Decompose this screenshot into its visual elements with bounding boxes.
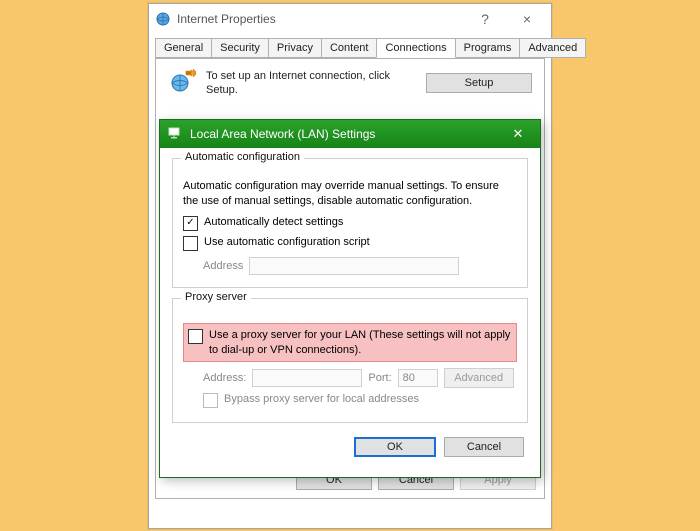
tab-content[interactable]: Content — [321, 38, 378, 58]
use-proxy-checkbox[interactable] — [188, 329, 203, 344]
internet-options-icon — [155, 11, 171, 27]
setup-button[interactable]: Setup — [426, 73, 532, 93]
auto-detect-checkbox[interactable]: ✓ — [183, 216, 198, 231]
script-address-input — [249, 257, 459, 275]
close-button[interactable]: × — [509, 5, 545, 33]
use-script-label: Use automatic configuration script — [204, 235, 370, 250]
advanced-button: Advanced — [444, 368, 514, 388]
tab-security[interactable]: Security — [211, 38, 269, 58]
use-proxy-label: Use a proxy server for your LAN (These s… — [209, 328, 512, 358]
globe-arrow-icon — [168, 69, 196, 97]
lan-title-icon — [168, 126, 182, 143]
use-script-row[interactable]: Use automatic configuration script — [183, 235, 517, 251]
proxy-address-label: Address: — [203, 372, 246, 384]
use-proxy-row[interactable]: Use a proxy server for your LAN (These s… — [183, 323, 517, 363]
proxy-group-legend: Proxy server — [181, 291, 251, 303]
proxy-port-label: Port: — [368, 372, 391, 384]
setup-text: To set up an Internet connection, click … — [206, 69, 416, 98]
internet-properties-window: Internet Properties ? × General Security… — [148, 3, 552, 529]
tab-connections[interactable]: Connections — [376, 38, 455, 58]
lan-titlebar: Local Area Network (LAN) Settings ✕ — [160, 120, 540, 148]
bypass-row: Bypass proxy server for local addresses — [203, 392, 517, 408]
auto-group-legend: Automatic configuration — [181, 151, 304, 163]
auto-detect-row[interactable]: ✓ Automatically detect settings — [183, 215, 517, 231]
tab-strip: General Security Privacy Content Connect… — [155, 36, 545, 59]
window-title: Internet Properties — [177, 12, 276, 26]
lan-cancel-button[interactable]: Cancel — [444, 437, 524, 457]
help-button[interactable]: ? — [467, 5, 503, 33]
tab-general[interactable]: General — [155, 38, 212, 58]
script-address-row: Address — [203, 257, 517, 275]
use-script-checkbox[interactable] — [183, 236, 198, 251]
proxy-address-row: Address: Port: Advanced — [203, 368, 517, 388]
tab-privacy[interactable]: Privacy — [268, 38, 322, 58]
auto-description: Automatic configuration may override man… — [183, 179, 517, 209]
titlebar: Internet Properties ? × — [149, 4, 551, 34]
lan-dialog-buttons: OK Cancel — [172, 433, 528, 467]
proxy-server-group: Proxy server Use a proxy server for your… — [172, 298, 528, 424]
lan-body: Automatic configuration Automatic config… — [160, 148, 540, 477]
setup-row: To set up an Internet connection, click … — [168, 69, 532, 98]
script-address-label: Address — [203, 260, 243, 272]
lan-title-text: Local Area Network (LAN) Settings — [190, 127, 375, 141]
proxy-port-input — [398, 369, 438, 387]
lan-settings-dialog: Local Area Network (LAN) Settings ✕ Auto… — [159, 119, 541, 478]
tab-programs[interactable]: Programs — [455, 38, 521, 58]
proxy-address-input — [252, 369, 362, 387]
lan-ok-button[interactable]: OK — [354, 437, 436, 457]
lan-close-button[interactable]: ✕ — [504, 126, 532, 142]
auto-detect-label: Automatically detect settings — [204, 215, 343, 230]
automatic-configuration-group: Automatic configuration Automatic config… — [172, 158, 528, 288]
bypass-label: Bypass proxy server for local addresses — [224, 392, 419, 407]
bypass-checkbox — [203, 393, 218, 408]
tab-advanced[interactable]: Advanced — [519, 38, 586, 58]
